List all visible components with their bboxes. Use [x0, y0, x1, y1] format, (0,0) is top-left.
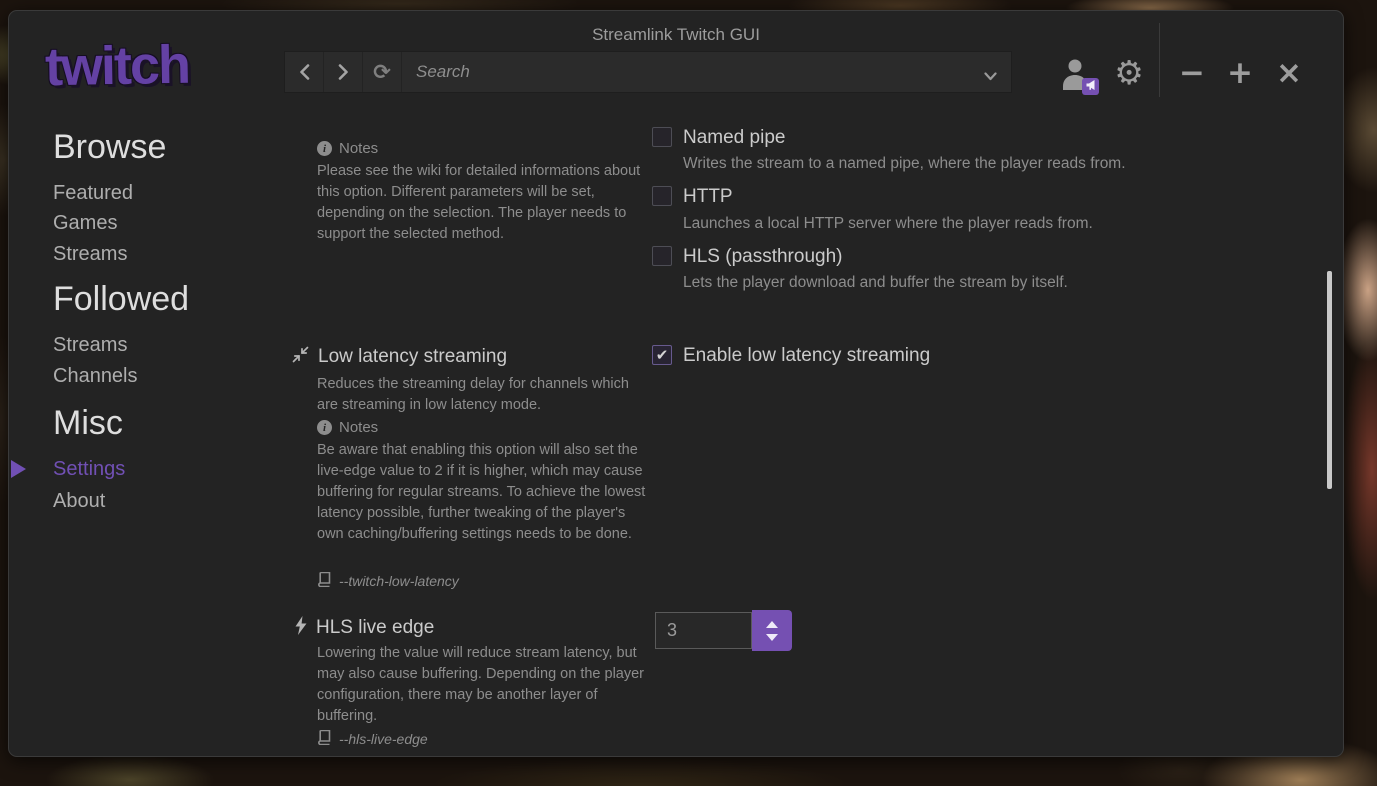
forward-button[interactable] [324, 52, 363, 92]
option-enable-low-latency[interactable]: ✔ Enable low latency streaming [652, 345, 930, 366]
notes-title: Notes [339, 140, 378, 157]
option-http[interactable]: HTTP [652, 186, 733, 207]
refresh-icon: ⟳ [373, 60, 391, 84]
chevron-left-icon [299, 64, 310, 80]
parameter-line: --twitch-low-latency [317, 572, 459, 590]
titlebar-divider [1159, 23, 1160, 97]
bolt-icon [295, 616, 307, 640]
section-title: Low latency streaming [318, 346, 507, 368]
back-button[interactable] [285, 52, 324, 92]
sidebar-item-channels[interactable]: Channels [53, 365, 138, 388]
info-icon: i [317, 420, 332, 435]
option-label[interactable]: Named pipe [683, 127, 785, 148]
sidebar-item-streams[interactable]: Streams [53, 243, 127, 266]
scrollbar-thumb[interactable] [1327, 271, 1332, 489]
cli-parameter: --twitch-low-latency [339, 573, 459, 589]
notification-badge [1082, 78, 1099, 95]
twitch-logo: twitch [44, 34, 189, 99]
checkbox-hls-passthrough[interactable] [652, 246, 672, 266]
checkbox-http[interactable] [652, 186, 672, 206]
sidebar-heading-misc: Misc [53, 404, 123, 443]
number-spinner[interactable] [752, 610, 792, 651]
maximize-button[interactable]: + [1217, 51, 1263, 95]
refresh-button[interactable]: ⟳ [363, 52, 402, 92]
option-hls-passthrough[interactable]: HLS (passthrough) [652, 246, 842, 267]
hls-live-edge-input[interactable] [655, 612, 752, 649]
low-latency-notes-text: Be aware that enabling this option will … [317, 440, 649, 545]
book-icon [317, 730, 331, 748]
spinner-down-icon[interactable] [766, 634, 778, 641]
megaphone-icon [1085, 79, 1097, 94]
chevron-down-icon[interactable] [984, 68, 997, 86]
book-icon [317, 572, 331, 590]
active-item-arrow-icon [11, 460, 26, 478]
compress-arrows-icon [292, 346, 309, 368]
gear-icon[interactable]: ⚙ [1109, 51, 1149, 95]
parameter-line: --hls-live-edge [317, 730, 428, 748]
checkmark-icon: ✔ [656, 348, 669, 363]
hls-live-edge-field [655, 610, 792, 651]
checkbox-named-pipe[interactable] [652, 127, 672, 147]
section-title: HLS live edge [316, 617, 434, 639]
sidebar-item-featured[interactable]: Featured [53, 182, 133, 205]
option-label[interactable]: Enable low latency streaming [683, 345, 930, 366]
cli-parameter: --hls-live-edge [339, 731, 428, 747]
option-named-pipe[interactable]: Named pipe [652, 127, 785, 148]
chevron-right-icon [338, 64, 349, 80]
option-label[interactable]: HTTP [683, 186, 733, 207]
sidebar-heading-browse: Browse [53, 128, 166, 167]
method-notes-text: Please see the wiki for detailed informa… [317, 161, 647, 245]
search-input[interactable] [402, 62, 1011, 82]
hls-live-edge-heading: HLS live edge [295, 616, 434, 640]
option-description: Writes the stream to a named pipe, where… [683, 155, 1126, 173]
option-description: Lets the player download and buffer the … [683, 274, 1068, 292]
sidebar-item-games[interactable]: Games [53, 212, 117, 235]
minimize-button[interactable]: − [1169, 51, 1215, 95]
notes-heading: i Notes [317, 419, 378, 436]
notes-heading: i Notes [317, 140, 378, 157]
sidebar-item-settings[interactable]: Settings [53, 458, 125, 481]
option-description: Launches a local HTTP server where the p… [683, 215, 1093, 233]
sidebar-item-about[interactable]: About [53, 490, 105, 513]
close-button[interactable]: × [1266, 51, 1312, 95]
hls-live-edge-description: Lowering the value will reduce stream la… [317, 643, 645, 727]
sidebar-item-followed-streams[interactable]: Streams [53, 334, 127, 357]
navigation-bar: ⟳ [284, 51, 1012, 93]
low-latency-description: Reduces the streaming delay for channels… [317, 374, 639, 416]
spinner-up-icon[interactable] [766, 621, 778, 628]
search-box [402, 52, 1011, 92]
window-title: Streamlink Twitch GUI [9, 25, 1343, 45]
checkbox-low-latency[interactable]: ✔ [652, 345, 672, 365]
low-latency-heading: Low latency streaming [292, 346, 507, 368]
sidebar-heading-followed: Followed [53, 280, 189, 319]
info-icon: i [317, 141, 332, 156]
user-account-button[interactable] [1057, 55, 1097, 95]
option-label[interactable]: HLS (passthrough) [683, 246, 842, 267]
notes-title: Notes [339, 419, 378, 436]
app-window: Streamlink Twitch GUI twitch ⟳ [8, 10, 1344, 757]
